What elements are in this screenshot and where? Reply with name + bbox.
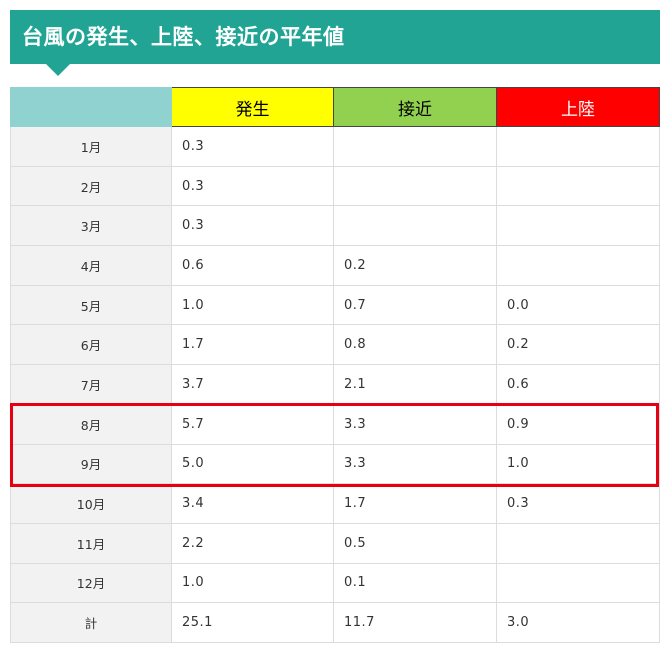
cell-formation: 25.1 — [171, 602, 334, 643]
table-row: 計 25.1 11.7 3.0 — [10, 602, 660, 643]
cell-approach: 0.7 — [333, 284, 497, 326]
row-month-label: 4月 — [10, 245, 172, 286]
cell-landfall: 0.2 — [496, 324, 660, 366]
cell-formation: 1.0 — [171, 284, 334, 326]
cell-landfall — [496, 165, 660, 207]
cell-formation: 3.4 — [171, 483, 334, 524]
row-month-label: 計 — [10, 602, 172, 643]
cell-approach: 3.3 — [333, 443, 497, 485]
row-month-label: 12月 — [10, 562, 172, 604]
cell-landfall: 3.0 — [496, 602, 660, 643]
cell-approach: 2.1 — [333, 364, 497, 405]
cell-formation: 5.7 — [171, 403, 334, 445]
cell-formation: 1.0 — [171, 562, 334, 604]
header-approach: 接近 — [333, 87, 497, 127]
cell-landfall: 1.0 — [496, 443, 660, 485]
page: 台風の発生、上陸、接近の平年値 発生 接近 上陸 1月 0.3 2月 0.3 3月 0.3… — [0, 0, 669, 651]
cell-landfall: 0.0 — [496, 284, 660, 326]
cell-formation: 0.3 — [171, 165, 334, 207]
table-row: 7月 3.7 2.1 0.6 — [10, 364, 660, 405]
cell-formation: 5.0 — [171, 443, 334, 485]
cell-approach — [333, 205, 497, 247]
cell-landfall — [496, 126, 660, 167]
cell-formation: 2.2 — [171, 522, 334, 564]
cell-landfall: 0.6 — [496, 364, 660, 405]
cell-approach: 0.1 — [333, 562, 497, 604]
cell-formation: 0.6 — [171, 245, 334, 286]
table-row: 4月 0.6 0.2 — [10, 245, 660, 286]
row-month-label: 5月 — [10, 284, 172, 326]
cell-landfall: 0.3 — [496, 483, 660, 524]
cell-approach: 0.8 — [333, 324, 497, 366]
table-header-row: 発生 接近 上陸 — [10, 87, 660, 127]
table-row: 5月 1.0 0.7 0.0 — [10, 284, 660, 326]
cell-approach: 1.7 — [333, 483, 497, 524]
cell-formation: 1.7 — [171, 324, 334, 366]
table-row: 8月 5.7 3.3 0.9 — [10, 403, 660, 445]
row-month-label: 6月 — [10, 324, 172, 366]
cell-approach: 0.2 — [333, 245, 497, 286]
row-month-label: 3月 — [10, 205, 172, 247]
table-row: 11月 2.2 0.5 — [10, 522, 660, 564]
row-month-label: 7月 — [10, 364, 172, 405]
row-month-label: 9月 — [10, 443, 172, 485]
table-row: 12月 1.0 0.1 — [10, 562, 660, 604]
cell-formation: 0.3 — [171, 205, 334, 247]
table-row: 1月 0.3 — [10, 126, 660, 167]
typhoon-table: 発生 接近 上陸 1月 0.3 2月 0.3 3月 0.3 4月 0.6 0.2 5月 1.0 0.7… — [10, 87, 660, 643]
cell-approach: 11.7 — [333, 602, 497, 643]
cell-approach — [333, 165, 497, 207]
cell-approach: 3.3 — [333, 403, 497, 445]
table-row: 3月 0.3 — [10, 205, 660, 247]
table-row: 10月 3.4 1.7 0.3 — [10, 483, 660, 524]
row-month-label: 11月 — [10, 522, 172, 564]
cell-landfall — [496, 562, 660, 604]
row-month-label: 8月 — [10, 403, 172, 445]
cell-landfall: 0.9 — [496, 403, 660, 445]
section-heading: 台風の発生、上陸、接近の平年値 — [10, 10, 660, 64]
heading-pointer-arrow — [46, 64, 70, 76]
header-formation: 発生 — [171, 87, 334, 127]
header-landfall: 上陸 — [496, 87, 660, 127]
row-month-label: 2月 — [10, 165, 172, 207]
table-row: 2月 0.3 — [10, 165, 660, 207]
table-row: 9月 5.0 3.3 1.0 — [10, 443, 660, 485]
cell-approach: 0.5 — [333, 522, 497, 564]
row-month-label: 10月 — [10, 483, 172, 524]
cell-formation: 0.3 — [171, 126, 334, 167]
cell-landfall — [496, 205, 660, 247]
cell-landfall — [496, 522, 660, 564]
header-corner-cell — [10, 87, 172, 127]
cell-landfall — [496, 245, 660, 286]
table-row: 6月 1.7 0.8 0.2 — [10, 324, 660, 366]
row-month-label: 1月 — [10, 126, 172, 167]
cell-approach — [333, 126, 497, 167]
cell-formation: 3.7 — [171, 364, 334, 405]
